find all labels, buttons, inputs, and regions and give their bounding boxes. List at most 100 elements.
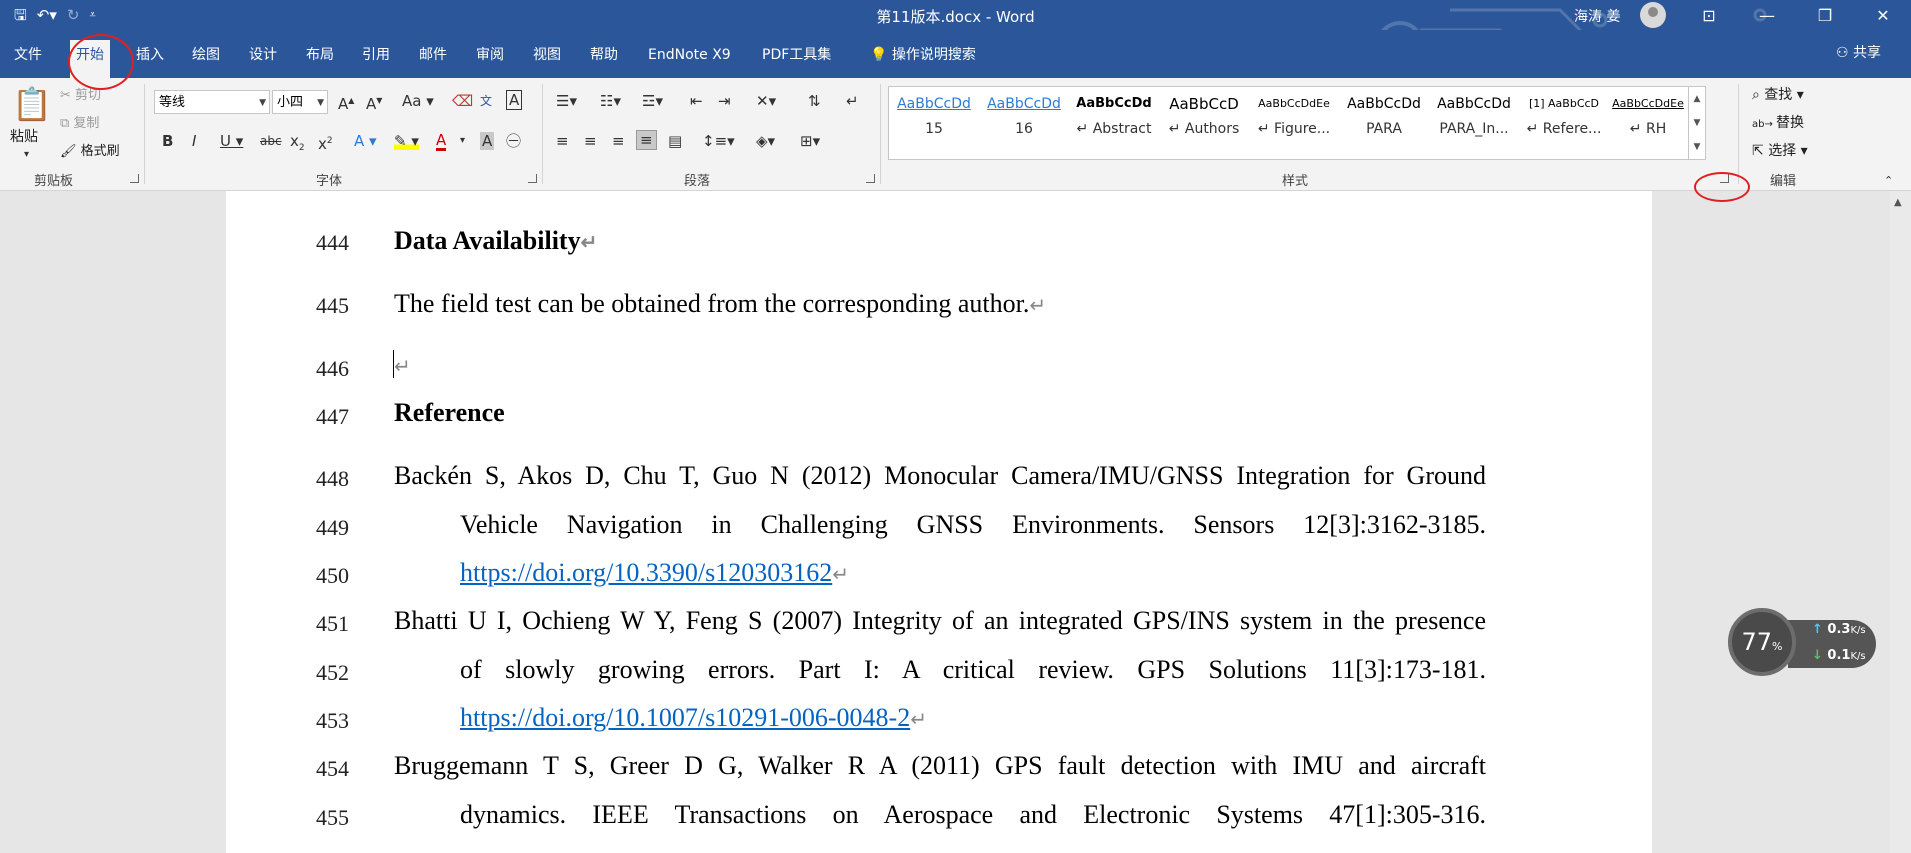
arrow-down-icon: ↓ [1812,648,1828,663]
borders-icon[interactable]: ⊞▾ [800,132,820,150]
line-number: 455 [316,805,349,830]
style-item-reference[interactable]: [1] AaBbCcD ↵ Refere... [1521,91,1607,155]
line-spacing-icon[interactable]: ↕≡▾ [702,132,735,150]
line-number: 451 [316,611,349,636]
align-left-icon[interactable]: ≡ [556,132,569,150]
styles-gallery[interactable]: AaBbCcDd 15 AaBbCcDd 16 AaBbCcDd ↵ Abstr… [888,86,1706,160]
tell-me-search[interactable]: 💡 操作说明搜索 [864,42,982,68]
find-button[interactable]: ⌕ 查找 ▾ [1752,84,1804,104]
show-formatting-marks-icon[interactable]: ↵ [846,92,859,110]
more-styles-icon[interactable]: ▼ [1689,135,1705,159]
line-number: 450 [316,563,349,588]
style-item-abstract[interactable]: AaBbCcDd ↵ Abstract [1071,91,1157,155]
font-color-icon[interactable]: A [436,132,447,151]
tab-help[interactable]: 帮助 [584,42,624,68]
paragraph-dialog-launcher[interactable] [866,174,875,183]
editing-group-label: 编辑 [1770,174,1797,189]
bullets-icon[interactable]: ☰▾ [556,92,577,110]
tab-references[interactable]: 引用 [356,42,396,68]
highlight-icon[interactable]: ✎ ▾ [394,132,419,150]
font-name-combo[interactable]: 等线 ▼ [154,90,270,114]
tab-mailings[interactable]: 邮件 [413,42,453,68]
scissors-icon: ✂ [60,88,76,103]
style-item-para-in[interactable]: AaBbCcDd PARA_In... [1431,91,1517,155]
collapse-ribbon-icon[interactable]: ⌃ [1884,172,1893,190]
tab-layout[interactable]: 布局 [300,42,340,68]
reference-line: Bhatti U I, Ochieng W Y, Feng S (2007) I… [394,606,1486,635]
tab-file[interactable]: 文件 [8,42,48,68]
paste-dropdown-icon[interactable]: ▾ [24,146,29,164]
text-effects-icon[interactable]: A ▾ [354,132,377,150]
clipboard-icon: 📋 [12,85,52,123]
underline-icon[interactable]: U ▾ [220,132,243,150]
chevron-up-icon[interactable]: ▲ [1689,87,1705,111]
sort-icon[interactable]: ⇅ [808,92,821,110]
group-separator [1738,84,1739,184]
vertical-scrollbar[interactable]: ▲ [1890,191,1911,853]
group-separator [880,84,881,184]
style-item-authors[interactable]: AaBbCcD ↵ Authors [1161,91,1247,155]
style-item-rh[interactable]: AaBbCcDdEe ↵ RH [1605,91,1691,155]
shading-icon[interactable]: ◈▾ [756,132,775,150]
character-shading-icon[interactable]: A [480,132,495,150]
paste-button[interactable]: 粘贴 [10,126,38,146]
chevron-down-icon[interactable]: ▼ [1689,111,1705,135]
clear-formatting-icon[interactable]: ⌫ [452,92,473,110]
scroll-up-icon[interactable]: ▲ [1894,197,1902,208]
chinese-layout-icon[interactable]: ✕▾ [756,92,776,110]
tab-draw[interactable]: 绘图 [186,42,226,68]
phonetic-guide-icon[interactable]: 文 [480,92,492,110]
doi-link[interactable]: https://doi.org/10.1007/s10291-006-0048-… [460,703,910,732]
paragraph: The field test can be obtained from the … [394,289,1047,318]
font-dialog-launcher[interactable] [528,174,537,183]
align-right-icon[interactable]: ≡ [612,132,625,150]
style-item-figure[interactable]: AaBbCcDdEe ↵ Figure... [1251,91,1337,155]
style-item-para[interactable]: AaBbCcDd PARA [1341,91,1427,155]
tab-review[interactable]: 审阅 [470,42,510,68]
share-button[interactable]: ⚇ 共享 [1836,42,1881,62]
strikethrough-icon[interactable]: abc [260,132,282,150]
format-painter-button[interactable]: 🖌 格式刷 [60,140,120,159]
font-size-combo[interactable]: 小四 ▼ [272,90,328,114]
copy-icon: ⧉ [60,116,74,131]
line-number: 447 [316,404,349,429]
reference-line: dynamics. IEEE Transactions on Aerospace… [460,800,1486,829]
increase-indent-icon[interactable]: ⇥ [718,92,731,110]
replace-icon: ab→ [1752,119,1777,130]
reference-line: https://doi.org/10.3390/s120303162↵ [460,558,849,587]
italic-icon[interactable]: I [192,132,196,150]
subscript-icon[interactable]: x2 [290,132,305,157]
clipboard-dialog-launcher[interactable] [130,174,139,183]
line-number: 448 [316,466,349,491]
decrease-indent-icon[interactable]: ⇤ [690,92,703,110]
copy-button[interactable]: ⧉ 复制 [60,112,99,131]
tab-view[interactable]: 视图 [527,42,567,68]
style-item-16[interactable]: AaBbCcDd 16 [981,91,1067,155]
styles-gallery-scroll[interactable]: ▲ ▼ ▼ [1688,87,1705,159]
lightbulb-icon: 💡 [870,47,888,63]
style-item-15[interactable]: AaBbCcDd 15 [891,91,977,155]
tab-endnote[interactable]: EndNote X9 [642,42,737,68]
select-button[interactable]: ⇱ 选择 ▾ [1752,140,1808,160]
distributed-icon[interactable]: ▤ [668,132,682,150]
superscript-icon[interactable]: x2 [318,132,333,153]
grow-font-icon[interactable]: A▲ [338,92,354,113]
numbering-icon[interactable]: ☷▾ [600,92,621,110]
enclose-characters-icon[interactable]: ㊀ [506,132,521,150]
tab-design[interactable]: 设计 [243,42,283,68]
doi-link[interactable]: https://doi.org/10.3390/s120303162 [460,558,832,587]
speed-widget[interactable]: ↑ 0.3K/s ↓ 0.1K/s 77% [1728,608,1878,676]
chevron-down-icon[interactable]: ▾ [460,132,465,150]
change-case-button[interactable]: Aa ▾ [402,92,434,110]
align-center-icon[interactable]: ≡ [584,132,597,150]
text-cursor [393,350,394,378]
replace-button[interactable]: ab→ 替换 [1752,112,1804,132]
bold-icon[interactable]: B [162,132,173,150]
justify-icon[interactable]: ≡ [636,130,657,150]
shrink-font-icon[interactable]: A▼ [366,92,382,113]
character-border-icon[interactable]: A [506,90,523,110]
multilevel-list-icon[interactable]: ☲▾ [642,92,663,110]
tab-pdf-tools[interactable]: PDF工具集 [756,42,837,68]
brush-icon: 🖌 [60,144,81,159]
tab-insert[interactable]: 插入 [130,42,170,68]
